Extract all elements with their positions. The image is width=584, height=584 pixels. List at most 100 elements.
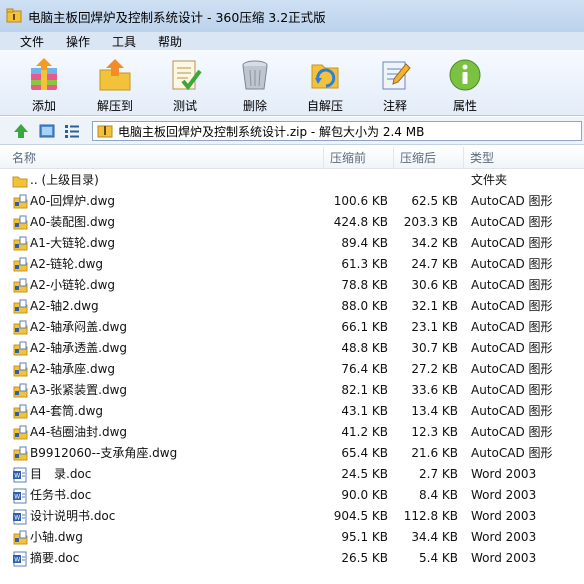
- file-row[interactable]: W 设计说明书.doc 904.5 KB 112.8 KB Word 2003: [0, 506, 584, 527]
- comment-pencil-icon: [382, 61, 411, 90]
- info-icon: [449, 59, 481, 91]
- address-bar: 电脑主板回焊炉及控制系统设计.zip - 解包大小为 2.4 MB: [0, 117, 584, 145]
- file-name: A0-回焊炉.dwg: [30, 194, 116, 208]
- archive-app-icon: [6, 8, 22, 23]
- file-row[interactable]: W 任务书.doc 90.0 KB 8.4 KB Word 2003: [0, 485, 584, 506]
- comment-button[interactable]: 注释: [365, 52, 425, 114]
- file-size-packed: 8.4 KB: [419, 488, 458, 502]
- file-size-packed: 13.4 KB: [411, 404, 458, 418]
- word-doc-icon: W: [12, 551, 28, 567]
- dwg-file-icon: [12, 446, 28, 462]
- file-size-packed: 203.3 KB: [403, 215, 458, 229]
- window-title: 电脑主板回焊炉及控制系统设计 - 360压缩 3.2正式版: [28, 9, 326, 25]
- dwg-file-icon: [12, 404, 28, 420]
- thumbnail-view-icon[interactable]: [38, 122, 56, 140]
- file-size-packed: 12.3 KB: [411, 425, 458, 439]
- column-packed[interactable]: 压缩后: [394, 147, 464, 169]
- address-field[interactable]: 电脑主板回焊炉及控制系统设计.zip - 解包大小为 2.4 MB: [92, 121, 582, 141]
- dwg-file-icon: [12, 383, 28, 399]
- column-type[interactable]: 类型: [464, 147, 584, 169]
- file-size-packed: 23.1 KB: [411, 320, 458, 334]
- file-type: AutoCAD 图形: [471, 341, 553, 355]
- file-row[interactable]: A2-小链轮.dwg 78.8 KB 30.6 KB AutoCAD 图形: [0, 275, 584, 296]
- detail-view-icon[interactable]: [63, 122, 81, 140]
- file-size-original: 89.4 KB: [341, 236, 388, 250]
- file-row[interactable]: A4-套筒.dwg 43.1 KB 13.4 KB AutoCAD 图形: [0, 401, 584, 422]
- extract-folder-icon: [99, 59, 131, 91]
- test-button[interactable]: 测试: [155, 52, 215, 114]
- file-row[interactable]: A4-毡圈油封.dwg 41.2 KB 12.3 KB AutoCAD 图形: [0, 422, 584, 443]
- parent-directory-row[interactable]: .. (上级目录) 文件夹: [0, 170, 584, 191]
- file-type: AutoCAD 图形: [471, 362, 553, 376]
- add-button[interactable]: 添加: [14, 52, 74, 114]
- column-compressed[interactable]: 压缩前: [324, 147, 394, 169]
- dwg-file-icon: [12, 299, 28, 315]
- file-row[interactable]: 小轴.dwg 95.1 KB 34.4 KB Word 2003: [0, 527, 584, 548]
- file-row[interactable]: A3-张紧装置.dwg 82.1 KB 33.6 KB AutoCAD 图形: [0, 380, 584, 401]
- title-bar: 电脑主板回焊炉及控制系统设计 - 360压缩 3.2正式版: [0, 0, 584, 32]
- file-row[interactable]: B9912060--支承角座.dwg 65.4 KB 21.6 KB AutoCAD …: [0, 443, 584, 464]
- address-text: 电脑主板回焊炉及控制系统设计.zip - 解包大小为 2.4 MB: [118, 124, 425, 139]
- file-type: AutoCAD 图形: [471, 383, 553, 397]
- file-type: Word 2003: [471, 488, 537, 502]
- file-size-original: 48.8 KB: [341, 341, 388, 355]
- extract-button[interactable]: 解压到: [85, 52, 145, 114]
- menu-operate[interactable]: 操作: [66, 33, 90, 50]
- up-arrow-icon[interactable]: [12, 122, 30, 140]
- file-name: A3-张紧装置.dwg: [30, 383, 128, 397]
- dwg-file-icon: [12, 257, 28, 273]
- menu-tools[interactable]: 工具: [112, 33, 136, 50]
- file-type: AutoCAD 图形: [471, 236, 553, 250]
- delete-button[interactable]: 删除: [225, 52, 285, 114]
- word-doc-icon: W: [12, 488, 28, 504]
- file-size-original: 78.8 KB: [341, 278, 388, 292]
- dwg-file-icon: [12, 215, 28, 231]
- file-row[interactable]: W 摘要.doc 26.5 KB 5.4 KB Word 2003: [0, 548, 584, 569]
- file-name: 设计说明书.doc: [30, 509, 116, 523]
- file-name: A2-链轮.dwg: [30, 257, 104, 271]
- file-size-original: 41.2 KB: [341, 425, 388, 439]
- file-row[interactable]: A2-轴承透盖.dwg 48.8 KB 30.7 KB AutoCAD 图形: [0, 338, 584, 359]
- file-name: 摘要.doc: [30, 551, 80, 565]
- file-list: .. (上级目录) 文件夹 A0-回焊炉.dwg 100.6 KB 62.5 KB Aut…: [0, 170, 584, 584]
- menu-file[interactable]: 文件: [20, 33, 44, 50]
- properties-button[interactable]: 属性: [435, 52, 495, 114]
- file-row[interactable]: W 目 录.doc 24.5 KB 2.7 KB Word 2003: [0, 464, 584, 485]
- file-row[interactable]: A0-装配图.dwg 424.8 KB 203.3 KB AutoCAD 图形: [0, 212, 584, 233]
- menu-help[interactable]: 帮助: [158, 33, 182, 50]
- file-size-original: 100.6 KB: [333, 194, 388, 208]
- file-size-original: 26.5 KB: [341, 551, 388, 565]
- file-size-original: 61.3 KB: [341, 257, 388, 271]
- file-row[interactable]: A2-轴承闷盖.dwg 66.1 KB 23.1 KB AutoCAD 图形: [0, 317, 584, 338]
- dwg-file-icon: [12, 194, 28, 210]
- file-size-original: 65.4 KB: [341, 446, 388, 460]
- toolbar: 添加 解压到 测试 删除 自解压 注释 属性: [0, 50, 584, 116]
- file-size-packed: 30.6 KB: [411, 278, 458, 292]
- file-size-original: 424.8 KB: [333, 215, 388, 229]
- dwg-file-icon: [12, 236, 28, 252]
- file-size-original: 90.0 KB: [341, 488, 388, 502]
- file-type: Word 2003: [471, 509, 537, 523]
- file-size-packed: 5.4 KB: [419, 551, 458, 565]
- file-size-original: 82.1 KB: [341, 383, 388, 397]
- file-type: AutoCAD 图形: [471, 215, 553, 229]
- file-name: A2-轴承透盖.dwg: [30, 341, 128, 355]
- file-size-packed: 2.7 KB: [419, 467, 458, 481]
- file-row[interactable]: A2-轴2.dwg 88.0 KB 32.1 KB AutoCAD 图形: [0, 296, 584, 317]
- file-type: AutoCAD 图形: [471, 320, 553, 334]
- file-name: B9912060--支承角座.dwg: [30, 446, 178, 460]
- file-row[interactable]: A2-轴承座.dwg 76.4 KB 27.2 KB AutoCAD 图形: [0, 359, 584, 380]
- dwg-file-icon: [12, 425, 28, 441]
- zip-archive-icon: [97, 125, 113, 138]
- file-type: 文件夹: [471, 173, 508, 187]
- file-row[interactable]: A2-链轮.dwg 61.3 KB 24.7 KB AutoCAD 图形: [0, 254, 584, 275]
- dwg-file-icon: [12, 341, 28, 357]
- file-size-original: 66.1 KB: [341, 320, 388, 334]
- file-size-packed: 24.7 KB: [411, 257, 458, 271]
- sfx-button[interactable]: 自解压: [295, 52, 355, 114]
- column-name[interactable]: 名称: [6, 147, 324, 169]
- file-row[interactable]: A1-大链轮.dwg 89.4 KB 34.2 KB AutoCAD 图形: [0, 233, 584, 254]
- test-checklist-icon: [172, 60, 202, 91]
- file-row[interactable]: A0-回焊炉.dwg 100.6 KB 62.5 KB AutoCAD 图形: [0, 191, 584, 212]
- menu-bar: 文件 操作 工具 帮助: [0, 32, 584, 50]
